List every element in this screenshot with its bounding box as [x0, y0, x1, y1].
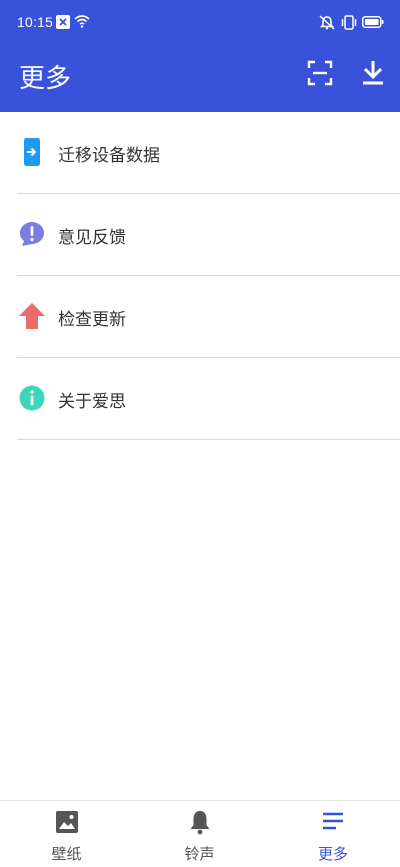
tab-ringtone[interactable]: 铃声 — [133, 801, 266, 867]
tab-wallpaper[interactable]: 壁纸 — [0, 801, 133, 867]
bell-icon — [190, 811, 209, 835]
menu-item-label: 意见反馈 — [58, 228, 126, 248]
tab-more[interactable]: 更多 — [266, 801, 400, 867]
menu-item-feedback[interactable]: 意见反馈 — [0, 194, 400, 276]
status-time: 10:15 — [17, 14, 54, 30]
update-arrow-icon — [19, 303, 45, 329]
menu-item-label: 关于爱思 — [58, 392, 126, 412]
menu-item-label: 迁移设备数据 — [58, 146, 160, 166]
migrate-icon — [24, 138, 40, 166]
notification-app-icon — [56, 15, 70, 29]
info-icon — [19, 385, 45, 411]
bottom-nav: 壁纸 铃声 更多 — [0, 800, 400, 867]
menu-item-migrate-data[interactable]: 迁移设备数据 — [0, 112, 400, 194]
app-header: 10:15 更多 — [0, 0, 400, 112]
mute-bell-icon — [319, 15, 335, 30]
menu-item-about[interactable]: 关于爱思 — [0, 358, 400, 440]
page-title: 更多 — [19, 64, 72, 94]
tab-label: 更多 — [317, 845, 348, 863]
divider — [17, 439, 400, 440]
wifi-icon — [74, 15, 90, 28]
menu-item-check-update[interactable]: 检查更新 — [0, 276, 400, 358]
tab-label: 铃声 — [184, 845, 215, 863]
tab-label: 壁纸 — [51, 845, 82, 863]
menu-list: 迁移设备数据 意见反馈 检查更新 关于爱思 — [0, 112, 400, 440]
vibrate-icon — [341, 15, 357, 30]
battery-icon — [362, 16, 384, 28]
menu-item-label: 检查更新 — [58, 310, 126, 330]
image-icon — [55, 811, 78, 833]
menu-lines-icon — [323, 812, 343, 830]
status-bar: 10:15 — [0, 0, 400, 46]
scan-icon[interactable] — [305, 58, 335, 88]
download-icon[interactable] — [358, 58, 388, 88]
feedback-icon — [20, 222, 44, 246]
